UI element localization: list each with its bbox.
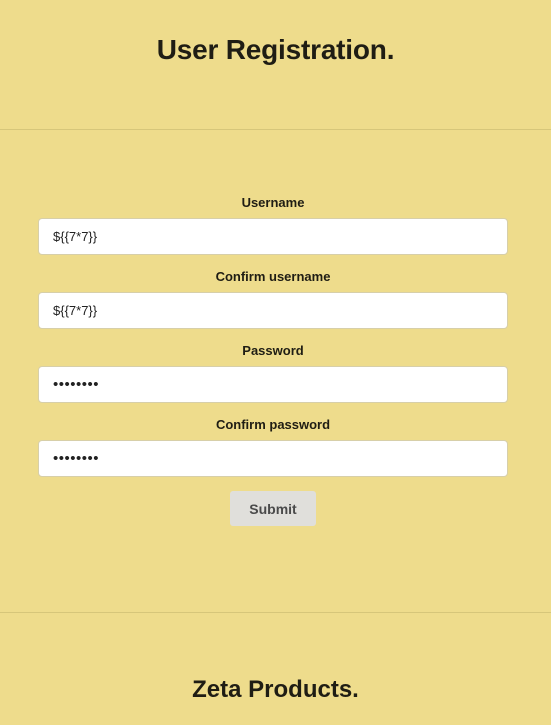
confirm-username-field-group: Confirm username — [38, 269, 508, 329]
confirm-password-input[interactable] — [38, 440, 508, 477]
confirm-username-label: Confirm username — [215, 269, 331, 284]
confirm-username-input[interactable] — [38, 292, 508, 329]
submit-row: Submit — [38, 491, 508, 526]
confirm-password-field-group: Confirm password — [38, 417, 508, 477]
password-input[interactable] — [38, 366, 508, 403]
footer-title: Zeta Products. — [192, 676, 359, 703]
password-field-group: Password — [38, 343, 508, 403]
password-label: Password — [242, 343, 304, 358]
registration-form: Username Confirm username Password Confi… — [38, 195, 508, 526]
page-header: User Registration. — [0, 0, 551, 130]
registration-section: Username Confirm username Password Confi… — [0, 130, 551, 613]
page-footer: Zeta Products. — [0, 613, 551, 725]
confirm-password-label: Confirm password — [215, 417, 331, 432]
username-input[interactable] — [38, 218, 508, 255]
username-field-group: Username — [38, 195, 508, 255]
page-title: User Registration. — [156, 34, 395, 65]
username-label: Username — [241, 195, 305, 210]
submit-button[interactable]: Submit — [230, 491, 316, 526]
